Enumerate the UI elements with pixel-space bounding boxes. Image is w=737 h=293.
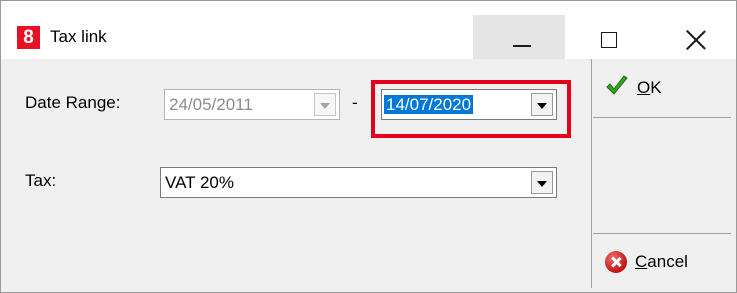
tax-link-dialog: 8 Tax link Date Range: 24/05/2011 - 14/0… — [0, 0, 737, 293]
ok-label: OK — [637, 78, 662, 97]
maximize-icon — [601, 32, 617, 48]
ok-button[interactable]: OK — [593, 59, 731, 118]
app-logo-icon: 8 — [17, 26, 40, 49]
tax-label: Tax: — [25, 171, 57, 190]
close-button[interactable] — [657, 15, 736, 59]
date-from-combo: 24/05/2011 — [164, 89, 340, 120]
form-area: Date Range: 24/05/2011 - 14/07/2020 Tax:… — [7, 59, 592, 288]
cancel-label: Cancel — [635, 251, 688, 271]
date-range-separator: - — [352, 93, 358, 112]
chevron-down-icon — [537, 103, 547, 109]
date-from-value: 24/05/2011 — [169, 95, 253, 114]
tax-combo[interactable]: VAT 20% — [160, 167, 557, 198]
chevron-down-icon — [537, 181, 547, 187]
date-to-value[interactable]: 14/07/2020 — [384, 94, 474, 116]
title-bar[interactable]: 8 Tax link — [1, 1, 736, 59]
close-icon — [685, 29, 707, 51]
minimize-icon — [513, 45, 531, 47]
tax-value[interactable]: VAT 20% — [165, 172, 234, 194]
window-title: Tax link — [50, 27, 107, 46]
dialog-body: Date Range: 24/05/2011 - 14/07/2020 Tax:… — [7, 59, 731, 288]
checkmark-icon — [605, 74, 629, 102]
date-to-dropdown-button[interactable] — [531, 93, 553, 116]
chevron-down-icon — [320, 103, 330, 109]
maximize-button[interactable] — [565, 15, 657, 59]
cancel-button[interactable]: Cancel — [593, 233, 731, 289]
date-from-dropdown-button — [314, 93, 336, 116]
date-range-label: Date Range: — [25, 93, 121, 112]
date-to-combo[interactable]: 14/07/2020 — [381, 89, 557, 120]
tax-dropdown-button[interactable] — [531, 171, 553, 194]
date-to-selected-text[interactable]: 14/07/2020 — [384, 95, 474, 114]
button-panel: OK Cancel — [593, 59, 731, 288]
cancel-icon — [605, 250, 627, 273]
minimize-button[interactable] — [473, 15, 565, 59]
